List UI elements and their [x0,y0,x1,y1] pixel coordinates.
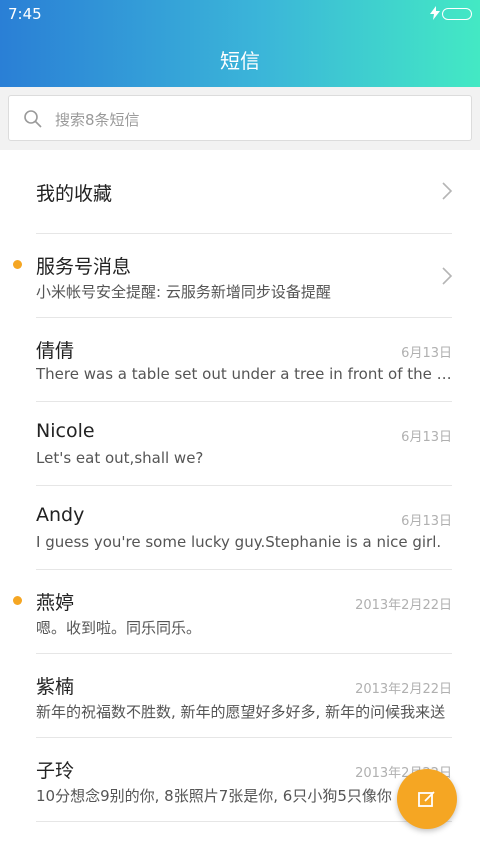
battery-icon [442,8,472,20]
list-item[interactable]: Andy 6月13日 I guess you're some lucky guy… [36,486,452,570]
list-item[interactable]: 子玲 2013年2月22日 10分想念9别的你, 8张照片7张是你, 6只小狗5… [36,738,452,822]
search-icon [24,110,42,128]
message-preview: 嗯。收到啦。同乐同乐。 [36,619,202,637]
contact-name: 燕婷 [36,592,75,614]
message-date: 6月13日 [401,430,452,445]
message-date: 2013年2月22日 [355,682,452,697]
chevron-right-icon [442,267,453,285]
message-preview: Let's eat out,shall we? [36,449,204,467]
message-preview: 小米帐号安全提醒: 云服务新增同步设备提醒 [36,283,331,301]
list-item[interactable]: 倩倩 6月13日 There was a table set out under… [36,318,456,402]
message-preview: 新年的祝福数不胜数, 新年的愿望好多好多, 新年的问候我来送 [36,703,446,721]
unread-dot [13,260,22,269]
header-bar: 7:45 短信 [0,0,480,87]
search-placeholder: 搜索8条短信 [55,111,140,129]
lightning-icon [430,6,440,23]
unread-dot [13,596,22,605]
message-preview: I guess you're some lucky guy.Stephanie … [36,533,442,551]
message-date: 6月13日 [401,346,452,361]
list-item[interactable]: 燕婷 2013年2月22日 嗯。收到啦。同乐同乐。 [13,570,452,654]
search-area: 搜索8条短信 [0,87,480,150]
page-title: 短信 [220,49,260,73]
contact-name: 紫楠 [36,676,75,698]
search-input[interactable]: 搜索8条短信 [8,95,472,141]
chevron-right-icon [442,182,453,200]
contact-name: 子玲 [36,760,75,782]
favorites-row[interactable]: 我的收藏 [36,150,453,234]
compose-icon [418,791,435,807]
list-item[interactable]: 紫楠 2013年2月22日 新年的祝福数不胜数, 新年的愿望好多好多, 新年的问… [36,654,452,738]
status-time: 7:45 [8,5,42,23]
contact-name: 倩倩 [36,340,75,362]
message-date: 6月13日 [401,514,452,529]
message-preview: There was a table set out under a tree i… [36,365,456,383]
message-preview: 10分想念9别的你, 8张照片7张是你, 6只小狗5只像你 [36,787,392,805]
conversation-list: 我的收藏 服务号消息 小米帐号安全提醒: 云服务新增同步设备提醒 倩倩 6月13… [0,150,480,822]
compose-button[interactable] [397,769,457,829]
contact-name: Nicole [36,420,95,442]
message-date: 2013年2月22日 [355,598,452,613]
favorites-label: 我的收藏 [36,183,113,205]
contact-name: 服务号消息 [36,256,132,278]
list-item[interactable]: Nicole 6月13日 Let's eat out,shall we? [36,402,452,486]
contact-name: Andy [36,504,85,526]
list-item[interactable]: 服务号消息 小米帐号安全提醒: 云服务新增同步设备提醒 [13,234,453,318]
